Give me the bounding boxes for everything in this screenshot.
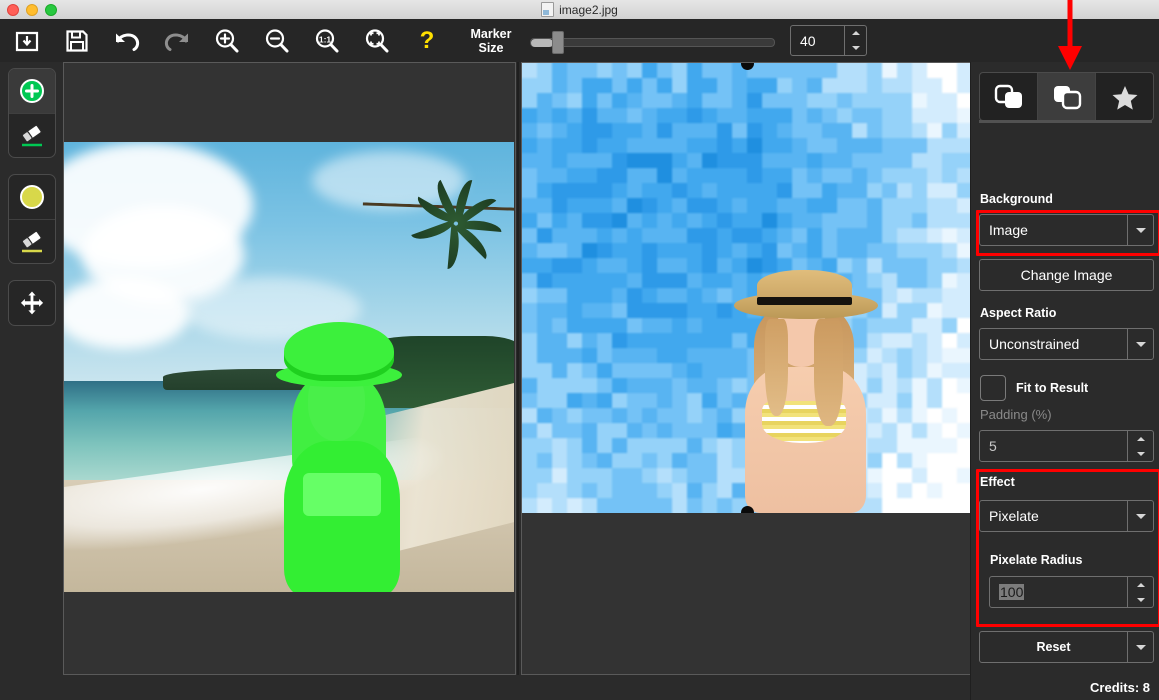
- zoom-fit-icon[interactable]: [352, 19, 402, 62]
- window-titlebar: image2.jpg: [0, 0, 1159, 20]
- background-tool-group: [8, 174, 56, 264]
- background-section-label: Background: [980, 192, 1053, 206]
- tab-effects[interactable]: [1095, 73, 1153, 120]
- red-arrow-annotation: [1055, 0, 1085, 70]
- padding-increment[interactable]: [1128, 431, 1153, 446]
- foreground-selection-overlay: [276, 322, 411, 592]
- slider-fill: [531, 39, 553, 47]
- caret-up-icon: [1137, 437, 1145, 441]
- palm-crown: [406, 178, 505, 259]
- tool-sidebar: [0, 62, 63, 700]
- source-image[interactable]: [64, 142, 514, 592]
- chevron-down-icon[interactable]: [1127, 215, 1153, 245]
- marker-size-slider[interactable]: [530, 29, 775, 53]
- pixelate-radius-spin-arrows: [1127, 577, 1153, 607]
- pixelate-radius-stepper[interactable]: 100: [989, 576, 1154, 608]
- pan-tool[interactable]: [9, 281, 55, 325]
- caret-down-icon: [1137, 452, 1145, 456]
- padding-label: Padding (%): [980, 407, 1052, 422]
- background-eraser-tool[interactable]: [9, 219, 55, 264]
- app-window: image2.jpg 1:1 ? Mark: [0, 0, 1159, 700]
- document-icon: [541, 2, 554, 17]
- aspect-ratio-select[interactable]: Unconstrained: [979, 328, 1154, 360]
- foreground-tool-group: [8, 68, 56, 158]
- source-image-pane[interactable]: [63, 62, 516, 675]
- svg-text:1:1: 1:1: [319, 34, 332, 44]
- cutout-subject: [734, 270, 878, 513]
- marker-size-decrement[interactable]: [845, 41, 866, 56]
- panel-tabbar: [979, 72, 1154, 121]
- reset-dropdown-arrow[interactable]: [1127, 632, 1153, 662]
- result-image-pane[interactable]: [521, 62, 972, 675]
- caret-up-icon: [1137, 583, 1145, 587]
- pixelate-radius-label: Pixelate Radius: [990, 553, 1082, 567]
- pixelate-radius-value[interactable]: 100: [990, 577, 1127, 607]
- tab-background[interactable]: [1037, 73, 1095, 120]
- padding-spin-arrows: [1127, 431, 1153, 461]
- main-toolbar: 1:1 ? Marker Size 40: [0, 19, 1159, 63]
- pixelate-radius-text: 100: [999, 584, 1024, 600]
- pane-divider: [517, 62, 519, 675]
- zoom-actual-icon[interactable]: 1:1: [302, 19, 352, 62]
- foreground-eraser-tool[interactable]: [9, 113, 55, 158]
- help-icon[interactable]: ?: [402, 19, 452, 62]
- reset-button[interactable]: Reset: [979, 631, 1154, 663]
- window-title: image2.jpg: [559, 3, 618, 17]
- open-icon[interactable]: [2, 19, 52, 62]
- marker-size-value[interactable]: 40: [791, 26, 844, 55]
- change-image-button[interactable]: Change Image: [979, 259, 1154, 291]
- padding-stepper[interactable]: 5: [979, 430, 1154, 462]
- marker-size-label: Marker Size: [464, 27, 518, 55]
- caret-up-icon: [852, 31, 860, 35]
- marker-size-stepper[interactable]: 40: [790, 25, 867, 56]
- chevron-down-icon[interactable]: [1127, 329, 1153, 359]
- zoom-out-icon[interactable]: [252, 19, 302, 62]
- effect-section-label: Effect: [980, 475, 1015, 489]
- foreground-marker-tool[interactable]: [9, 69, 55, 113]
- effect-value: Pixelate: [980, 501, 1127, 531]
- background-marker-tool[interactable]: [9, 175, 55, 219]
- effect-select[interactable]: Pixelate: [979, 500, 1154, 532]
- pixelate-radius-increment[interactable]: [1128, 577, 1153, 592]
- chevron-down-icon[interactable]: [1127, 501, 1153, 531]
- credits-label: Credits: 8: [1090, 680, 1150, 695]
- padding-value[interactable]: 5: [980, 431, 1127, 461]
- background-type-select[interactable]: Image: [979, 214, 1154, 246]
- marker-size-spin-arrows: [844, 26, 866, 55]
- fit-to-result-label: Fit to Result: [1016, 381, 1088, 395]
- caret-down-icon: [852, 46, 860, 50]
- navigation-tool-group: [8, 280, 56, 326]
- pixelate-radius-decrement[interactable]: [1128, 592, 1153, 607]
- reset-label: Reset: [980, 632, 1127, 662]
- result-image[interactable]: [522, 63, 972, 513]
- save-icon[interactable]: [52, 19, 102, 62]
- tab-cutout[interactable]: [980, 73, 1037, 120]
- redo-icon[interactable]: [152, 19, 202, 62]
- zoom-in-icon[interactable]: [202, 19, 252, 62]
- fit-to-result-checkbox[interactable]: [980, 375, 1006, 401]
- svg-text:?: ?: [420, 28, 435, 54]
- undo-icon[interactable]: [102, 19, 152, 62]
- aspect-ratio-value: Unconstrained: [980, 329, 1127, 359]
- slider-thumb[interactable]: [552, 31, 564, 54]
- bottom-resize-handle[interactable]: [741, 506, 754, 513]
- caret-down-icon: [1137, 598, 1145, 602]
- marker-size-increment[interactable]: [845, 26, 866, 41]
- slider-track: [530, 38, 775, 47]
- canvas-area: [62, 62, 970, 700]
- window-title-group: image2.jpg: [0, 0, 1159, 19]
- properties-panel: Background Image Change Image Aspect Rat…: [970, 62, 1159, 700]
- padding-decrement[interactable]: [1128, 446, 1153, 461]
- aspect-ratio-label: Aspect Ratio: [980, 306, 1056, 320]
- tabbar-underline: [979, 120, 1152, 123]
- background-type-value: Image: [980, 215, 1127, 245]
